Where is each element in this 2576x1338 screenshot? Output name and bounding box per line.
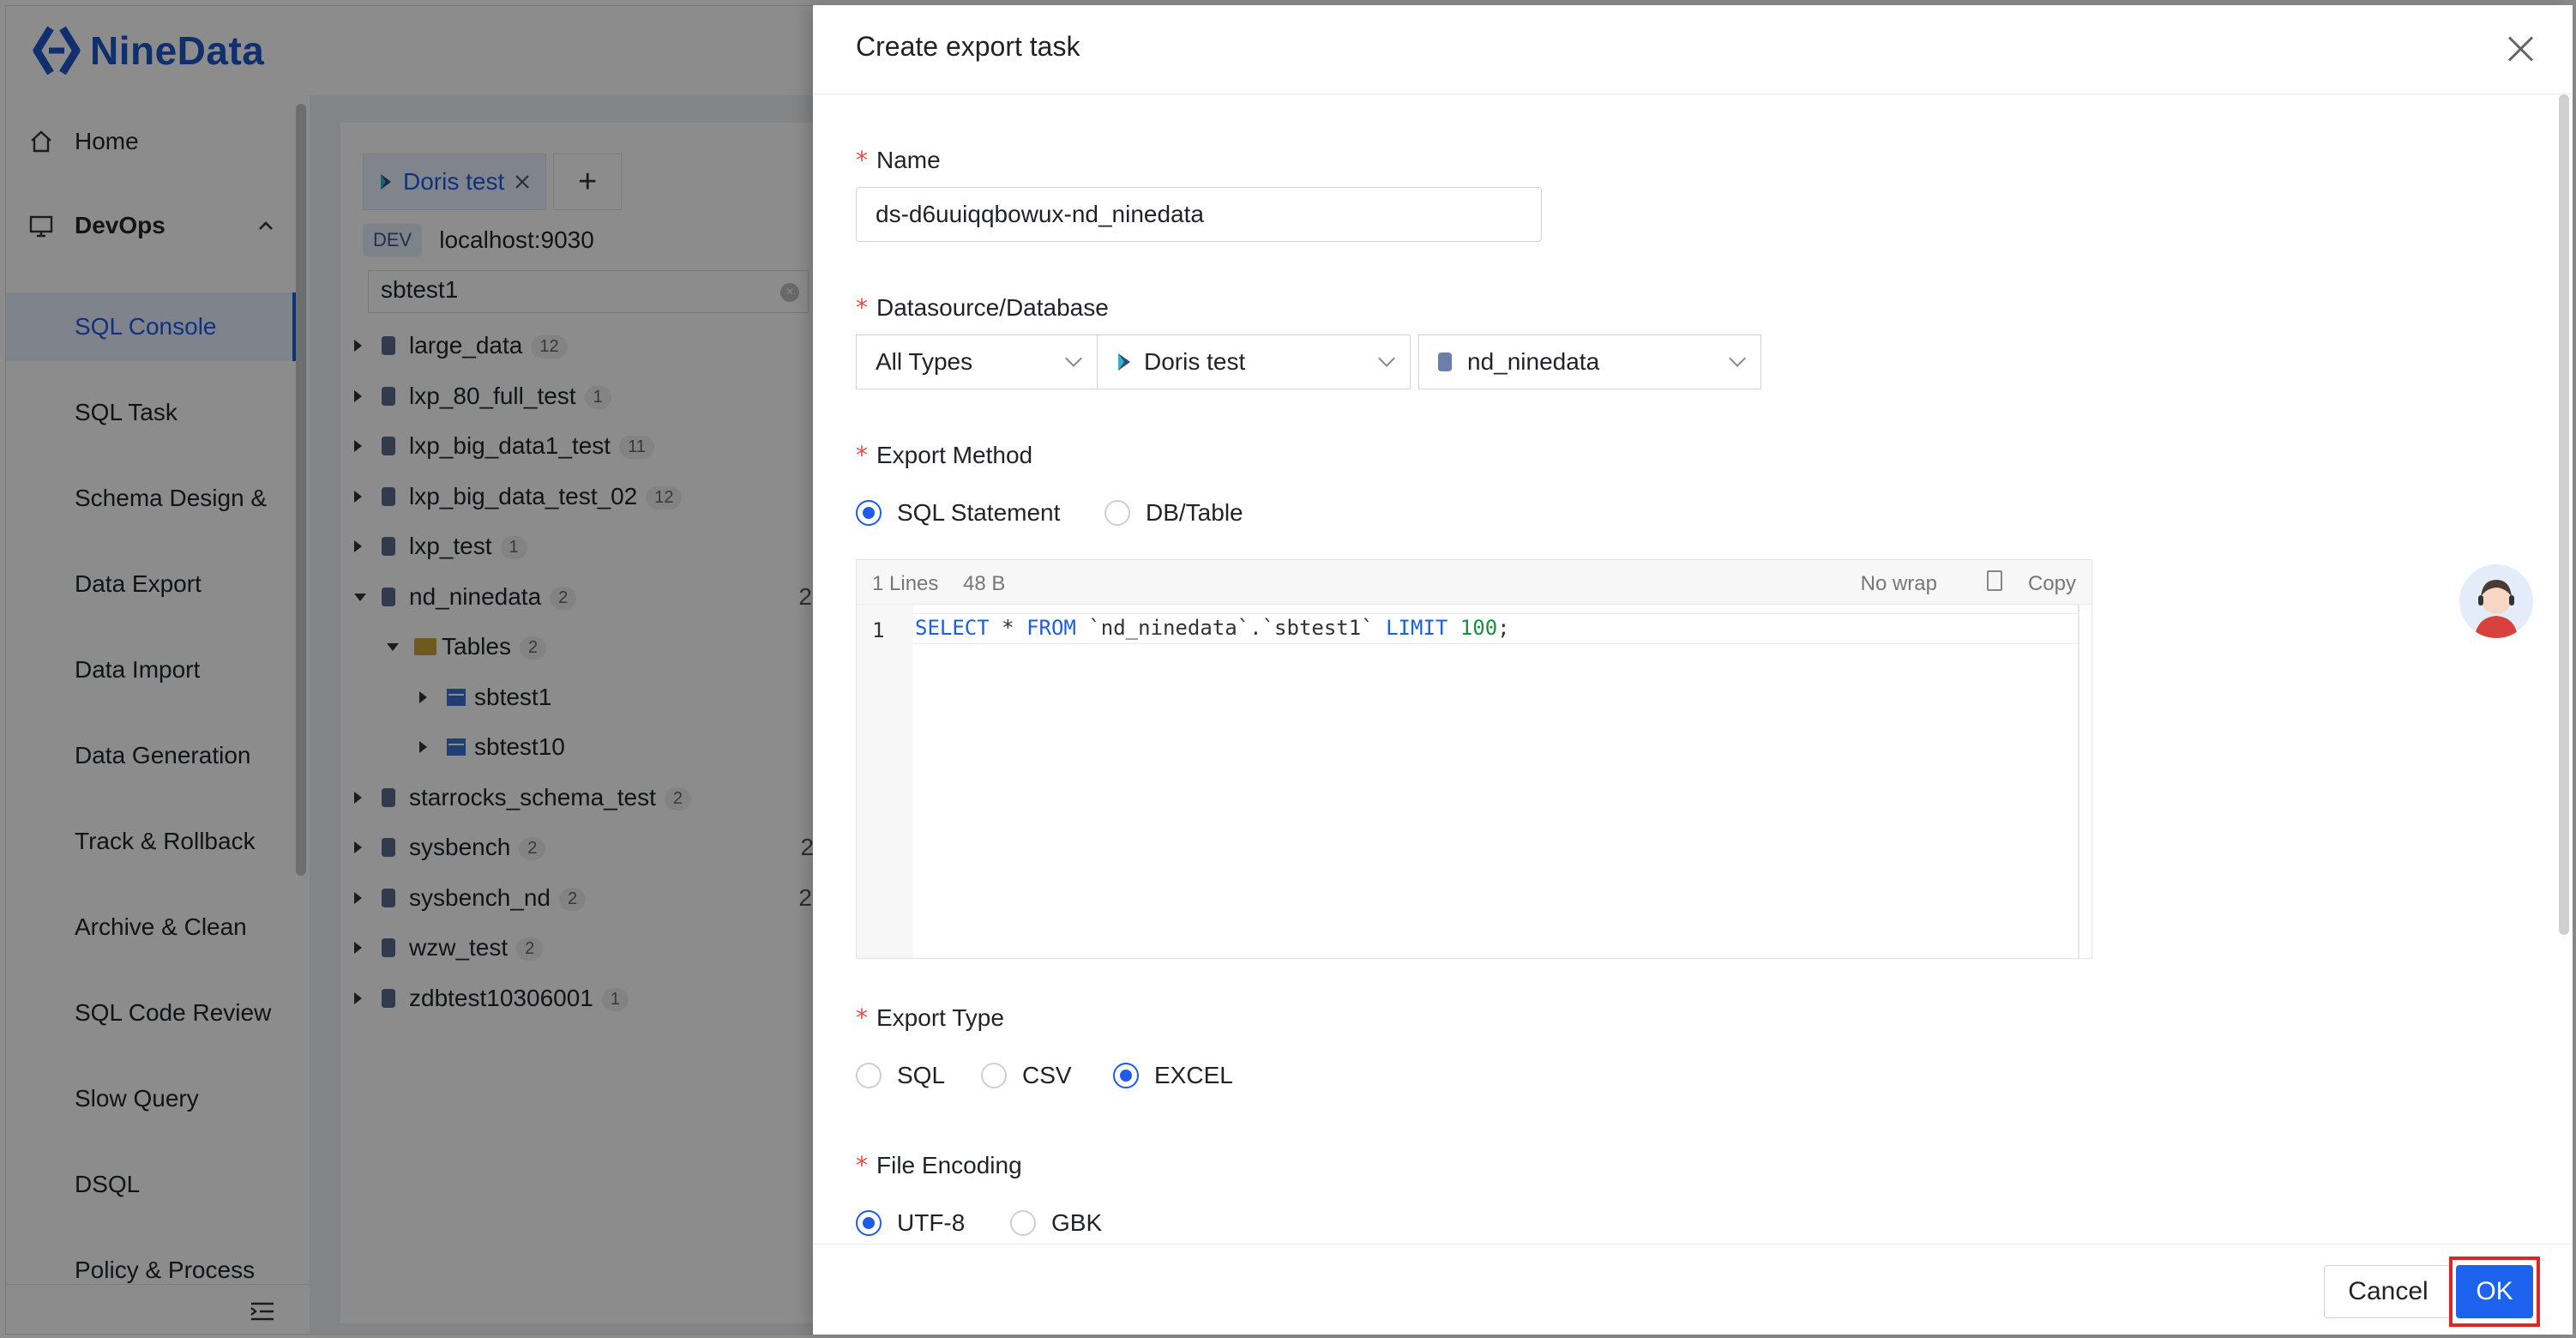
- radio-label: SQL Statement: [897, 499, 1061, 526]
- name-label: * Name: [856, 146, 941, 174]
- datasource-type-select[interactable]: All Types: [856, 334, 1098, 389]
- database-value: nd_ninedata: [1467, 348, 1600, 375]
- name-value: ds-d6uuiqqbowux-nd_ninedata: [876, 201, 1204, 227]
- no-wrap-toggle[interactable]: No wrap: [1861, 572, 1937, 596]
- database-icon: [1438, 353, 1452, 371]
- radio-dot: [1104, 500, 1130, 526]
- datasource-value: Doris test: [1144, 348, 1246, 375]
- ok-button[interactable]: OK: [2456, 1265, 2533, 1318]
- method-db-table-radio[interactable]: DB/Table: [1104, 499, 1243, 527]
- database-select[interactable]: nd_ninedata: [1418, 334, 1761, 389]
- radio-label: CSV: [1022, 1062, 1072, 1088]
- line-number: 1: [872, 618, 885, 642]
- editor-scrollbar[interactable]: [2078, 605, 2079, 958]
- radio-dot: [856, 500, 882, 526]
- close-icon[interactable]: [2506, 34, 2535, 63]
- copy-icon[interactable]: [1987, 570, 2002, 591]
- chevron-down-icon: [1065, 350, 1082, 367]
- radio-label: GBK: [1051, 1209, 1103, 1236]
- sql-editor[interactable]: 1 Lines 48 B No wrap Copy 1 SELECT * FRO…: [856, 559, 2092, 959]
- radio-dot: [981, 1063, 1007, 1088]
- create-export-task-drawer: Create export task * Name ds-d6uuiqqbowux…: [813, 5, 2573, 1335]
- doris-icon: [1118, 353, 1130, 371]
- name-field[interactable]: ds-d6uuiqqbowux-nd_ninedata: [856, 187, 1542, 242]
- support-assistant-avatar[interactable]: [2459, 564, 2533, 638]
- datasource-type-value: All Types: [876, 348, 973, 375]
- line-count: 1 Lines: [872, 572, 939, 595]
- export-type-label: * Export Type: [856, 1003, 1004, 1032]
- export-method-label: * Export Method: [856, 441, 1033, 469]
- chevron-down-icon: [1378, 350, 1395, 367]
- datasource-label: * Datasource/Database: [856, 293, 1109, 322]
- file-encoding-label: * File Encoding: [856, 1151, 1022, 1179]
- encoding-gbk-radio[interactable]: GBK: [1010, 1209, 1102, 1237]
- radio-label: SQL: [897, 1062, 946, 1088]
- drawer-header: Create export task: [813, 5, 2573, 94]
- drawer-footer: Cancel OK: [813, 1244, 2573, 1335]
- radio-dot: [1113, 1063, 1139, 1088]
- editor-code-area[interactable]: SELECT * FROM `nd_ninedata`.`sbtest1` LI…: [913, 605, 2091, 958]
- radio-dot: [856, 1210, 882, 1236]
- copy-button[interactable]: Copy: [2028, 572, 2076, 596]
- encoding-utf8-radio[interactable]: UTF-8: [856, 1209, 965, 1237]
- type-csv-radio[interactable]: CSV: [981, 1062, 1072, 1089]
- method-sql-statement-radio[interactable]: SQL Statement: [856, 499, 1060, 527]
- datasource-select[interactable]: Doris test: [1097, 334, 1411, 389]
- byte-size: 48 B: [963, 572, 1006, 595]
- cancel-button[interactable]: Cancel: [2324, 1265, 2453, 1318]
- radio-dot: [856, 1063, 882, 1088]
- editor-toolbar: 1 Lines 48 B No wrap Copy: [857, 560, 2091, 605]
- ok-button-highlight: OK: [2449, 1257, 2540, 1327]
- chevron-down-icon: [1729, 350, 1746, 367]
- editor-gutter: 1: [857, 605, 913, 958]
- type-excel-radio[interactable]: EXCEL: [1113, 1062, 1233, 1089]
- radio-label: UTF-8: [897, 1209, 966, 1236]
- code-line[interactable]: SELECT * FROM `nd_ninedata`.`sbtest1` LI…: [913, 613, 2079, 644]
- assistant-icon: [2475, 580, 2518, 638]
- type-sql-radio[interactable]: SQL: [856, 1062, 945, 1089]
- drawer-title: Create export task: [856, 31, 1080, 62]
- radio-label: EXCEL: [1154, 1062, 1233, 1088]
- radio-label: DB/Table: [1146, 499, 1243, 526]
- radio-dot: [1010, 1210, 1036, 1236]
- drawer-scrollbar[interactable]: [2559, 94, 2569, 935]
